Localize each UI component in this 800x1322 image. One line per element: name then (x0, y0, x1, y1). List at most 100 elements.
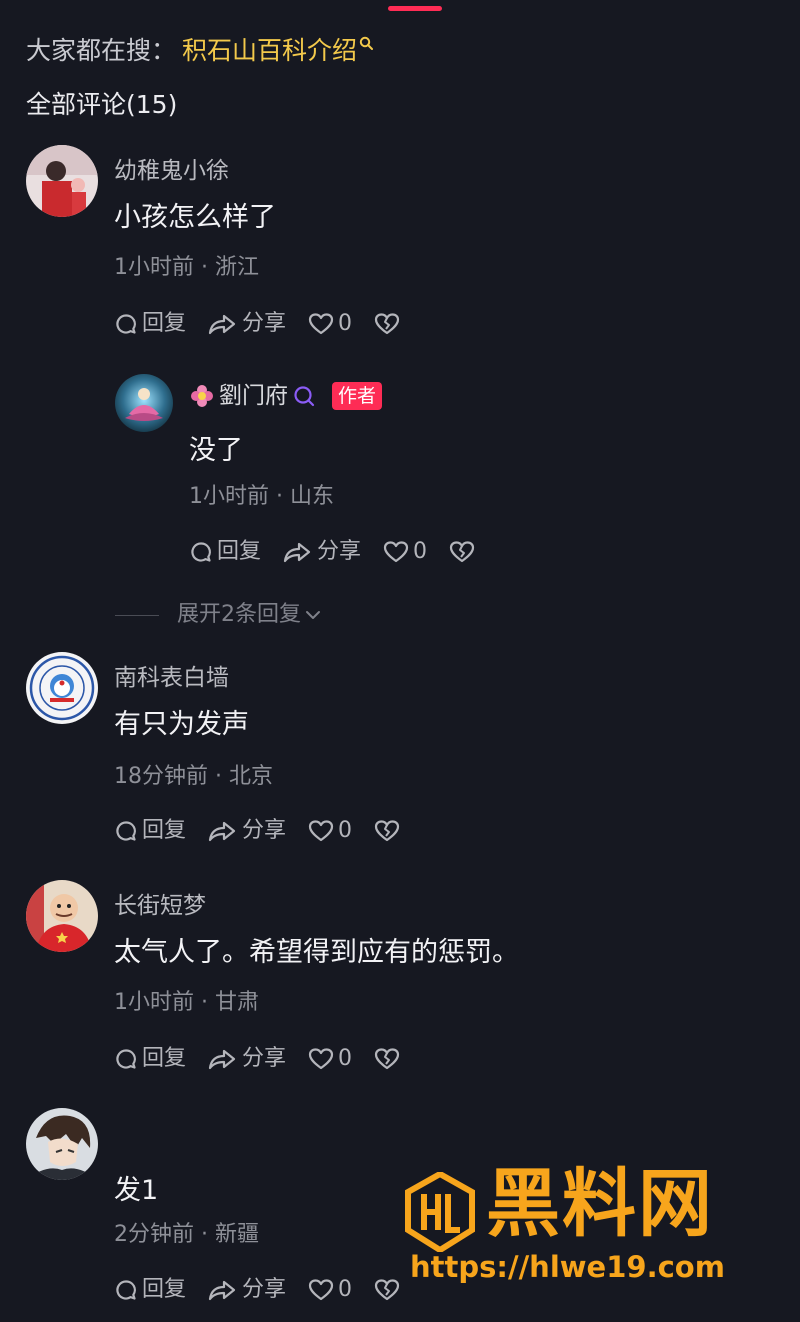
search-suggestion-query[interactable]: 积石山百科介绍 (182, 36, 357, 65)
share-icon (283, 542, 311, 563)
comment-meta: 1小时前 · 甘肃 (114, 990, 259, 1015)
avatar[interactable] (26, 1108, 98, 1180)
comment-item: 幼稚鬼小徐 小孩怎么样了 1小时前 · 浙江 回复 分享 0 (26, 145, 766, 345)
watermark: 黑料网 https://hlwe19.com (404, 1161, 774, 1296)
heart-icon (308, 820, 334, 842)
divider (115, 614, 159, 616)
comment-meta: 2分钟前 · 新疆 (114, 1222, 259, 1247)
reply-icon (191, 542, 211, 562)
flower-icon (191, 385, 213, 407)
dislike-button[interactable] (374, 1047, 404, 1071)
comment-username[interactable]: 南科表白墙 (114, 662, 229, 694)
like-button[interactable]: 0 (308, 309, 352, 339)
author-badge: 作者 (332, 382, 383, 410)
share-button[interactable]: 分享 (283, 537, 361, 567)
reply-label: 回复 (142, 818, 187, 843)
search-suggestion[interactable]: 大家都在搜： 积石山百科介绍 (26, 34, 374, 68)
reply-icon (116, 1280, 136, 1300)
avatar[interactable] (26, 652, 98, 724)
share-label: 分享 (242, 818, 287, 843)
comment-item: 长街短梦 太气人了。希望得到应有的惩罚。 1小时前 · 甘肃 回复 分享 0 (26, 880, 766, 1080)
like-count: 0 (338, 311, 353, 336)
like-count: 0 (338, 1046, 353, 1071)
comment-meta: 1小时前 · 山东 (189, 484, 334, 509)
reply-button[interactable]: 回复 (114, 1275, 186, 1305)
watermark-url: https://hlwe19.com (410, 1250, 725, 1284)
like-button[interactable]: 0 (383, 537, 427, 567)
reply-icon (116, 314, 136, 334)
comments-page: 大家都在搜： 积石山百科介绍 全部评论(15) 幼稚鬼小徐 小孩怎么样了 1小时前… (0, 0, 800, 1322)
broken-heart-icon (449, 541, 475, 563)
share-icon (208, 1280, 236, 1301)
dislike-button[interactable] (374, 1278, 404, 1302)
broken-heart-icon (374, 820, 400, 842)
avatar[interactable] (26, 880, 98, 952)
comment-actions: 回复 分享 0 (114, 1275, 426, 1305)
comment-text: 发1 (114, 1175, 159, 1206)
broken-heart-icon (374, 313, 400, 335)
comment-actions: 回复 分享 0 (114, 309, 426, 339)
comment-actions: 回复 分享 0 (189, 537, 501, 567)
reply-button[interactable]: 回复 (189, 537, 261, 567)
share-button[interactable]: 分享 (208, 816, 286, 846)
drag-indicator[interactable] (388, 6, 442, 11)
comment-meta: 18分钟前 · 北京 (114, 764, 273, 789)
like-button[interactable]: 0 (308, 1044, 352, 1074)
comment-text: 太气人了。希望得到应有的惩罚。 (114, 937, 519, 968)
watermark-title: 黑料网 (486, 1161, 714, 1247)
comment-username[interactable]: 幼稚鬼小徐 (114, 155, 229, 187)
reply-button[interactable]: 回复 (114, 1044, 186, 1074)
share-icon (208, 314, 236, 335)
comment-username[interactable]: 长街短梦 (114, 890, 206, 922)
share-label: 分享 (242, 311, 287, 336)
heart-icon (383, 541, 409, 563)
broken-heart-icon (374, 1048, 400, 1070)
share-label: 分享 (317, 539, 362, 564)
heart-icon (308, 1279, 334, 1301)
share-icon (208, 821, 236, 842)
comment-text: 有只为发声 (114, 709, 249, 740)
like-count: 0 (413, 539, 428, 564)
share-button[interactable]: 分享 (208, 309, 286, 339)
reply-label: 回复 (142, 1277, 187, 1302)
comments-count-title: 全部评论(15) (26, 90, 178, 119)
expand-replies-label: 展开2条回复 (177, 602, 301, 627)
like-button[interactable]: 0 (308, 816, 352, 846)
comment-actions: 回复 分享 0 (114, 816, 426, 846)
dislike-button[interactable] (374, 819, 404, 843)
dislike-button[interactable] (374, 312, 404, 336)
comment-text: 没了 (189, 435, 243, 466)
chevron-down-icon (306, 611, 320, 619)
broken-heart-icon (374, 1279, 400, 1301)
reply-label: 回复 (142, 1046, 187, 1071)
share-label: 分享 (242, 1046, 287, 1071)
reply-icon (116, 1049, 136, 1069)
like-count: 0 (338, 818, 353, 843)
avatar[interactable] (115, 374, 173, 432)
avatar[interactable] (26, 145, 98, 217)
heart-icon (308, 1048, 334, 1070)
search-suggestion-prefix: 大家都在搜： (26, 36, 177, 65)
share-button[interactable]: 分享 (208, 1044, 286, 1074)
expand-replies-button[interactable]: 展开2条回复 (115, 600, 323, 630)
reply-username-row: 劉门府 作者 (189, 380, 383, 412)
reply-icon (116, 821, 136, 841)
like-count: 0 (338, 1277, 353, 1302)
dislike-button[interactable] (449, 540, 479, 564)
comment-actions: 回复 分享 0 (114, 1044, 426, 1074)
share-label: 分享 (242, 1277, 287, 1302)
comment-meta: 1小时前 · 浙江 (114, 255, 259, 280)
reply-username[interactable]: 劉门府 (219, 380, 288, 412)
share-icon (208, 1049, 236, 1070)
heart-icon (308, 313, 334, 335)
reply-label: 回复 (142, 311, 187, 336)
author-reply-item: 劉门府 作者 没了 1小时前 · 山东 回复 分享 0 (115, 374, 765, 574)
reply-button[interactable]: 回复 (114, 309, 186, 339)
reply-label: 回复 (217, 539, 262, 564)
search-icon (359, 36, 374, 50)
search-icon[interactable] (292, 384, 316, 408)
reply-button[interactable]: 回复 (114, 816, 186, 846)
comment-text: 小孩怎么样了 (114, 202, 276, 233)
like-button[interactable]: 0 (308, 1275, 352, 1305)
share-button[interactable]: 分享 (208, 1275, 286, 1305)
